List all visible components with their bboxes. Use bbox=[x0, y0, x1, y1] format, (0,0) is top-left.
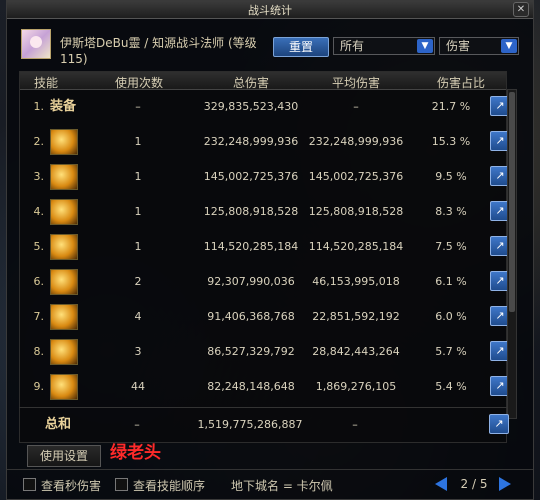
row-avg-damage: 125,808,918,528 bbox=[308, 205, 404, 218]
table-row: 7. 4 91,406,368,768 22,851,592,192 6.0 % ↗ bbox=[20, 300, 510, 334]
row-rank: 7. bbox=[33, 310, 45, 323]
skill-icon[interactable] bbox=[50, 339, 78, 365]
row-avg-damage: 114,520,285,184 bbox=[308, 240, 404, 253]
character-name: 伊斯塔DeBu靈 / 知源战斗法师 (等级115) bbox=[60, 36, 257, 66]
row-uses: 2 bbox=[134, 275, 142, 288]
chevron-down-icon[interactable]: ▼ bbox=[417, 39, 433, 53]
row-uses: 1 bbox=[134, 205, 142, 218]
header-skill: 技能 bbox=[33, 76, 58, 90]
row-rank: 2. bbox=[33, 135, 45, 148]
row-damage-share: 5.7 % bbox=[435, 345, 467, 358]
skill-order-checkbox-label: 查看技能顺序 bbox=[133, 479, 206, 493]
skill-icon[interactable] bbox=[50, 374, 78, 400]
table-row: 4. 1 125,808,918,528 125,808,918,528 8.3 % ↗ bbox=[20, 195, 510, 229]
filter-select-value: 所有 bbox=[340, 39, 365, 53]
character-avatar bbox=[21, 29, 51, 59]
total-label: 总和 bbox=[45, 417, 72, 432]
watermark-text: 绿老头 bbox=[110, 443, 161, 463]
title-bar[interactable]: 战斗统计 ✕ bbox=[7, 1, 533, 19]
usage-settings-button[interactable]: 使用设置 bbox=[27, 445, 101, 467]
scrollbar-thumb[interactable] bbox=[509, 92, 515, 312]
row-uses: 44 bbox=[131, 380, 145, 393]
dungeon-name: 地下城名 = 卡尔佩 bbox=[231, 479, 333, 493]
row-avg-damage: 22,851,592,192 bbox=[312, 310, 400, 323]
page-indicator: 2 / 5 bbox=[460, 477, 488, 491]
row-uses: 3 bbox=[134, 345, 142, 358]
filter-select[interactable]: 所有 ▼ bbox=[333, 37, 435, 55]
row-damage-share: 8.3 % bbox=[435, 205, 467, 218]
dps-checkbox[interactable] bbox=[23, 478, 36, 491]
share-icon[interactable]: ↗ bbox=[489, 414, 509, 434]
table-scrollbar[interactable] bbox=[507, 89, 517, 419]
row-damage-share: 5.4 % bbox=[435, 380, 467, 393]
row-avg-damage: 1,869,276,105 bbox=[315, 380, 397, 393]
table-row: 5. 1 114,520,285,184 114,520,285,184 7.5 % ↗ bbox=[20, 230, 510, 264]
total-uses: – bbox=[134, 418, 140, 431]
row-uses: 4 bbox=[134, 310, 142, 323]
header-damage-share: 伤害占比 bbox=[436, 76, 485, 90]
row-rank: 8. bbox=[33, 345, 45, 358]
row-rank: 5. bbox=[33, 240, 45, 253]
skill-icon[interactable] bbox=[50, 164, 78, 190]
row-rank: 3. bbox=[33, 170, 45, 183]
table-row: 3. 1 145,002,725,376 145,002,725,376 9.5 % ↗ bbox=[20, 160, 510, 194]
damage-type-select-value: 伤害 bbox=[446, 39, 471, 53]
chevron-down-icon[interactable]: ▼ bbox=[501, 39, 517, 53]
row-avg-damage: 232,248,999,936 bbox=[308, 135, 404, 148]
table-row: 1. 装备 –329,835,523,430–21.7 % ↗ bbox=[20, 90, 510, 124]
row-label: 装备 bbox=[50, 99, 77, 114]
row-rank: 1. bbox=[33, 100, 45, 113]
skill-icon[interactable] bbox=[50, 234, 78, 260]
reset-button[interactable]: 重置 bbox=[273, 37, 329, 57]
table-row: 9. 44 82,248,148,648 1,869,276,105 5.4 % ↗ bbox=[20, 370, 510, 404]
row-damage-share: 21.7 % bbox=[431, 100, 471, 113]
row-uses: – bbox=[135, 100, 141, 113]
page-next-icon[interactable] bbox=[499, 477, 511, 491]
row-avg-damage: 28,842,443,264 bbox=[312, 345, 400, 358]
skill-icon[interactable] bbox=[50, 129, 78, 155]
row-uses: 1 bbox=[134, 135, 142, 148]
row-avg-damage: – bbox=[353, 100, 359, 113]
header-avg-damage: 平均伤害 bbox=[331, 76, 380, 90]
skill-icon[interactable] bbox=[50, 199, 78, 225]
total-avg: – bbox=[352, 418, 358, 431]
table-row: 6. 2 92,307,990,036 46,153,995,018 6.1 % ↗ bbox=[20, 265, 510, 299]
row-damage-share: 9.5 % bbox=[435, 170, 467, 183]
table-row: 8. 3 86,527,329,792 28,842,443,264 5.7 % ↗ bbox=[20, 335, 510, 369]
damage-type-select[interactable]: 伤害 ▼ bbox=[439, 37, 519, 55]
row-damage-share: 7.5 % bbox=[435, 240, 467, 253]
row-damage-share: 6.0 % bbox=[435, 310, 467, 323]
close-button[interactable]: ✕ bbox=[513, 2, 529, 17]
row-rank: 6. bbox=[33, 275, 45, 288]
table-row: 2. 1 232,248,999,936 232,248,999,936 15.3 % ↗ bbox=[20, 125, 510, 159]
window-title: 战斗统计 bbox=[248, 4, 292, 17]
table-header: 技能 使用次数 总伤害 平均伤害 伤害占比 bbox=[20, 72, 506, 90]
header-uses: 使用次数 bbox=[114, 76, 163, 90]
row-uses: 1 bbox=[134, 170, 142, 183]
row-rank: 9. bbox=[33, 380, 45, 393]
row-avg-damage: 46,153,995,018 bbox=[312, 275, 400, 288]
bottom-bar: 查看秒伤害 查看技能顺序 地下城名 = 卡尔佩 2 / 5 bbox=[7, 469, 533, 499]
skill-damage-table: 技能 使用次数 总伤害 平均伤害 伤害占比 1. 装备 –329,835,523,4… bbox=[19, 71, 510, 443]
header-total-damage: 总伤害 bbox=[232, 76, 269, 90]
skill-icon[interactable] bbox=[50, 304, 78, 330]
skill-order-checkbox[interactable] bbox=[115, 478, 128, 491]
row-rank: 4. bbox=[33, 205, 45, 218]
page-prev-icon[interactable] bbox=[435, 477, 447, 491]
row-damage-share: 15.3 % bbox=[431, 135, 471, 148]
row-avg-damage: 145,002,725,376 bbox=[308, 170, 404, 183]
dps-checkbox-label: 查看秒伤害 bbox=[41, 479, 102, 493]
total-row: 总和 – 1,519,775,286,887 – ↗ bbox=[19, 407, 509, 437]
row-damage-share: 6.1 % bbox=[435, 275, 467, 288]
skill-icon[interactable] bbox=[50, 269, 78, 295]
battle-stats-window: 战斗统计 ✕ 伊斯塔DeBu靈 / 知源战斗法师 (等级115) 重置 所有 ▼… bbox=[6, 0, 534, 500]
row-uses: 1 bbox=[134, 240, 142, 253]
